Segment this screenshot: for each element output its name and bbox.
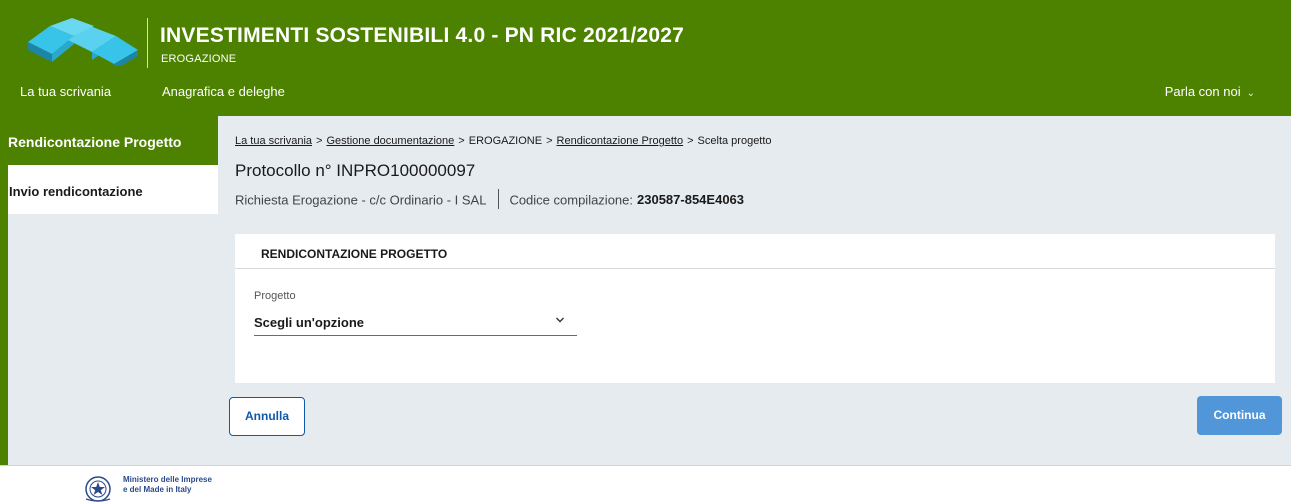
annulla-button[interactable]: Annulla xyxy=(229,397,305,436)
left-accent-band xyxy=(0,116,8,465)
ministry-name: Ministero delle Imprese e del Made in It… xyxy=(123,475,212,495)
breadcrumb-erogazione: EROGAZIONE xyxy=(468,135,543,147)
nav-la-tua-scrivania[interactable]: La tua scrivania xyxy=(20,84,111,99)
header-divider xyxy=(147,18,148,68)
breadcrumb-la-tua-scrivania[interactable]: La tua scrivania xyxy=(235,135,312,147)
breadcrumb-separator: > xyxy=(458,135,465,147)
italian-republic-emblem-icon xyxy=(85,476,111,502)
breadcrumb-rendicontazione-progetto[interactable]: Rendicontazione Progetto xyxy=(557,135,684,147)
parla-con-noi-menu[interactable]: Parla con noi ⌄ xyxy=(1165,84,1255,99)
breadcrumb-gestione-documentazione[interactable]: Gestione documentazione xyxy=(326,135,454,147)
progetto-select[interactable]: Scegli un'opzione xyxy=(254,308,577,336)
app-title: INVESTIMENTI SOSTENIBILI 4.0 - PN RIC 20… xyxy=(160,24,685,47)
ministry-line-2: e del Made in Italy xyxy=(123,485,192,494)
sidebar-item-rendicontazione-progetto[interactable]: Rendicontazione Progetto xyxy=(0,116,218,165)
infinity-logo-icon[interactable] xyxy=(26,18,140,66)
progetto-field-label: Progetto xyxy=(254,290,296,302)
footer-divider xyxy=(0,465,1291,466)
parla-con-noi-label: Parla con noi xyxy=(1164,84,1241,99)
breadcrumb: La tua scrivania > Gestione documentazione… xyxy=(235,135,772,147)
request-info: Richiesta Erogazione - c/c Ordinario - I… xyxy=(235,192,487,208)
code-value: 230587-854E4063 xyxy=(637,192,745,208)
sidebar-item-invio-rendicontazione[interactable]: Invio rendicontazione xyxy=(8,165,218,214)
breadcrumb-separator: > xyxy=(316,135,323,147)
nav-anagrafica-deleghe[interactable]: Anagrafica e deleghe xyxy=(162,84,285,99)
card-header: RENDICONTAZIONE PROGETTO xyxy=(235,234,1275,269)
select-value: Scegli un'opzione xyxy=(254,315,364,330)
rendicontazione-card: RENDICONTAZIONE PROGETTO Progetto Scegli… xyxy=(235,234,1275,383)
card-title: RENDICONTAZIONE PROGETTO xyxy=(261,247,448,261)
chevron-down-icon: ⌄ xyxy=(1246,88,1255,99)
code-label: Codice compilazione: xyxy=(509,192,634,208)
ministry-line-1: Ministero delle Imprese xyxy=(123,475,212,484)
page-title: Protocollo n° INPRO100000097 xyxy=(235,161,476,180)
chevron-down-icon xyxy=(556,317,564,323)
app-header: INVESTIMENTI SOSTENIBILI 4.0 - PN RIC 20… xyxy=(0,0,1291,116)
info-divider xyxy=(498,189,500,209)
continua-button[interactable]: Continua xyxy=(1197,396,1282,435)
breadcrumb-scelta-progetto: Scelta progetto xyxy=(697,135,772,147)
request-info-line: Richiesta Erogazione - c/c Ordinario - I… xyxy=(235,189,745,211)
breadcrumb-separator: > xyxy=(687,135,694,147)
app-subtitle: EROGAZIONE xyxy=(161,53,237,65)
sidebar-empty-area xyxy=(8,214,218,465)
breadcrumb-separator: > xyxy=(546,135,553,147)
